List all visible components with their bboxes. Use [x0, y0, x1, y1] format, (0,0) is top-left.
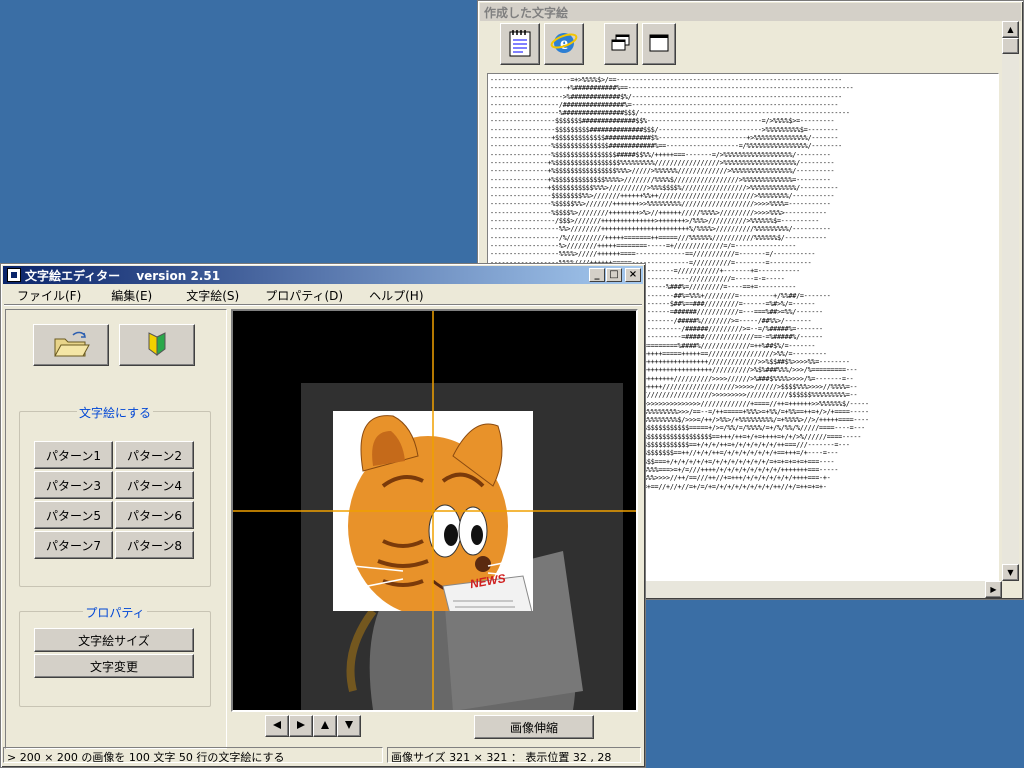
maximize-window-button[interactable] — [642, 23, 676, 65]
pattern-4-button[interactable]: パターン4 — [115, 471, 194, 499]
pattern-1-button[interactable]: パターン1 — [34, 441, 113, 469]
internet-explorer-icon: e — [550, 29, 578, 60]
arrow-up-icon — [319, 719, 331, 734]
editor-window: 文字絵エディター version 2.51 _ □ × ファイル(F) 編集(E… — [0, 263, 646, 768]
scroll-right-button[interactable]: ▶ — [985, 581, 1002, 598]
menu-edit[interactable]: 編集(E) — [111, 287, 152, 304]
arrow-down-icon — [343, 719, 355, 734]
ascii-size-button[interactable]: 文字絵サイズ — [34, 628, 194, 652]
browser-button[interactable]: e — [544, 23, 584, 65]
status-right: 画像サイズ 321 × 321 ： 表示位置 32 , 28 — [387, 747, 641, 763]
arrow-button-group — [265, 715, 361, 737]
status-bar: > 200 × 200 の画像を 100 文字 50 行の文字絵にする 画像サイ… — [3, 745, 643, 765]
property-group-label: プロパティ — [83, 606, 147, 620]
left-panel: 文字絵にする パターン1 パターン2 パターン3 パターン4 パターン5 パター… — [5, 309, 227, 749]
beginner-mark-icon — [147, 331, 167, 360]
close-button[interactable]: × — [625, 268, 641, 282]
cat-image: NEWS — [233, 311, 636, 710]
change-characters-button[interactable]: 文字変更 — [34, 654, 194, 678]
pattern-5-button[interactable]: パターン5 — [34, 501, 113, 529]
editor-title: 文字絵エディター version 2.51 — [25, 268, 221, 283]
open-file-button[interactable] — [33, 324, 109, 366]
restore-button[interactable]: □ — [606, 268, 622, 282]
menu-file[interactable]: ファイル(F) — [17, 287, 81, 304]
pattern-6-button[interactable]: パターン6 — [115, 501, 194, 529]
convert-group-label: 文字絵にする — [76, 406, 154, 420]
pattern-8-button[interactable]: パターン8 — [115, 531, 194, 559]
convert-group: 文字絵にする パターン1 パターン2 パターン3 パターン4 パターン5 パター… — [19, 406, 211, 587]
menu-bar: ファイル(F) 編集(E) 文字絵(S) プロパティ(D) ヘルプ(H) — [17, 287, 446, 304]
cascade-icon — [610, 33, 632, 56]
property-group: プロパティ 文字絵サイズ 文字変更 — [19, 606, 211, 707]
arrow-left-icon — [271, 719, 283, 734]
open-folder-icon — [51, 329, 91, 362]
pattern-7-button[interactable]: パターン7 — [34, 531, 113, 559]
menu-ascii-art[interactable]: 文字絵(S) — [186, 287, 239, 304]
image-resize-button[interactable]: 画像伸縮 — [474, 715, 594, 739]
window-icon — [648, 33, 670, 56]
image-canvas[interactable]: NEWS — [231, 309, 638, 712]
move-up-button[interactable] — [313, 715, 337, 737]
minimize-button[interactable]: _ — [589, 268, 605, 282]
pattern-2-button[interactable]: パターン2 — [115, 441, 194, 469]
move-down-button[interactable] — [337, 715, 361, 737]
notepad-button[interactable] — [500, 23, 540, 65]
pattern-button-grid: パターン1 パターン2 パターン3 パターン4 パターン5 パターン6 パターン… — [34, 441, 196, 559]
vertical-scrollbar[interactable]: ▲ ▼ — [1002, 21, 1019, 581]
pattern-3-button[interactable]: パターン3 — [34, 471, 113, 499]
move-right-button[interactable] — [289, 715, 313, 737]
move-left-button[interactable] — [265, 715, 289, 737]
menu-help[interactable]: ヘルプ(H) — [369, 287, 423, 304]
cascade-windows-button[interactable] — [604, 23, 638, 65]
ascii-window-titlebar: 作成した文字絵 — [480, 3, 1021, 21]
status-left: > 200 × 200 の画像を 100 文字 50 行の文字絵にする — [3, 747, 383, 763]
ascii-toolbar: e — [500, 23, 676, 67]
menu-property[interactable]: プロパティ(D) — [265, 287, 343, 304]
scroll-thumb[interactable] — [1002, 38, 1019, 54]
editor-titlebar: 文字絵エディター version 2.51 _ □ × — [3, 266, 643, 284]
ascii-window-title: 作成した文字絵 — [484, 5, 569, 20]
arrow-right-icon — [295, 719, 307, 734]
beginner-mode-button[interactable] — [119, 324, 195, 366]
scroll-down-button[interactable]: ▼ — [1002, 564, 1019, 581]
scroll-up-button[interactable]: ▲ — [1002, 21, 1019, 38]
notepad-icon — [507, 28, 533, 61]
app-icon — [7, 268, 21, 282]
